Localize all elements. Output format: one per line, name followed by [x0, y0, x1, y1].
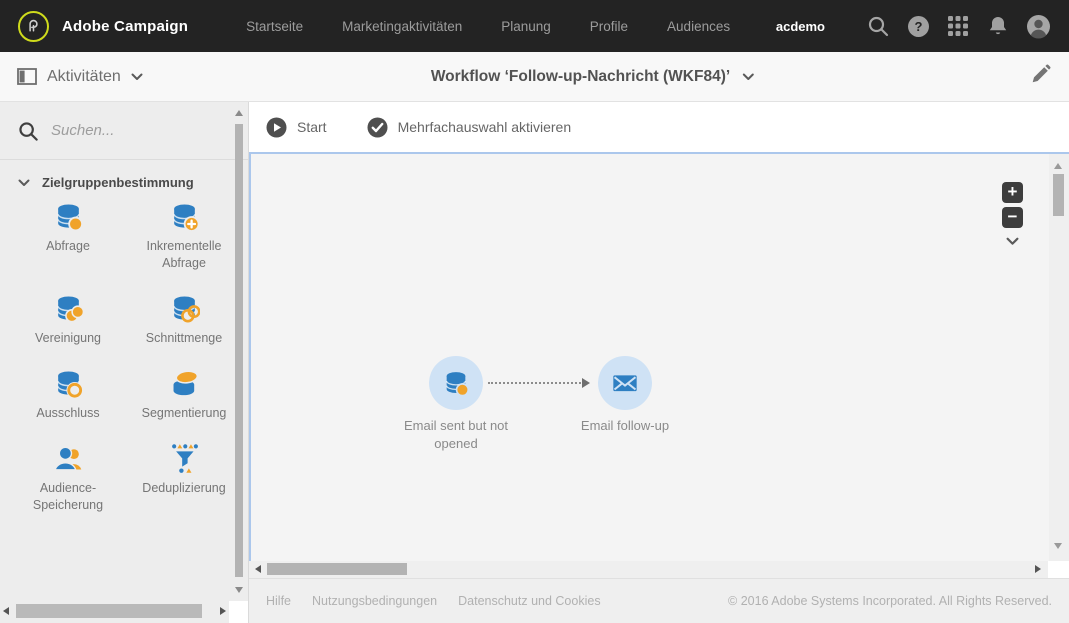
scroll-up-arrow[interactable]: [1054, 163, 1062, 169]
section-zielgruppenbestimmung[interactable]: Zielgruppenbestimmung: [0, 160, 248, 201]
scroll-down-arrow[interactable]: [1054, 543, 1062, 549]
workflow-canvas[interactable]: Email sent but not opened Email follow-u…: [249, 154, 1049, 561]
workflow-node-email[interactable]: Email follow-up: [560, 356, 690, 435]
nav-item-marketingaktivitaeten[interactable]: Marketingaktivitäten: [342, 19, 462, 34]
scroll-up-arrow[interactable]: [235, 110, 243, 116]
exclusion-icon: [53, 368, 83, 399]
scroll-right-arrow[interactable]: [1035, 565, 1041, 573]
play-icon: [266, 117, 287, 137]
query-icon: [442, 369, 470, 397]
scrollbar-thumb[interactable]: [16, 604, 202, 618]
chevron-down-icon[interactable]: [1006, 237, 1019, 246]
start-button[interactable]: Start: [266, 117, 327, 138]
query-icon: [53, 201, 83, 232]
scroll-left-arrow[interactable]: [3, 607, 9, 615]
context-label: Aktivitäten: [47, 67, 121, 85]
activity-ausschluss[interactable]: Ausschluss: [10, 368, 126, 422]
scroll-left-arrow[interactable]: [255, 565, 261, 573]
zoom-in-button[interactable]: +: [1002, 182, 1023, 203]
search-icon: [19, 121, 38, 141]
section-label: Zielgruppenbestimmung: [42, 175, 194, 190]
union-icon: [53, 293, 84, 323]
canvas-vertical-scrollbar[interactable]: [1049, 154, 1069, 561]
bell-icon[interactable]: [985, 13, 1011, 39]
audience-save-icon: [53, 446, 81, 471]
sidebar-search: [0, 102, 248, 160]
multiselect-toggle[interactable]: Mehrfachauswahl aktivieren: [367, 117, 571, 138]
search-icon[interactable]: [865, 13, 891, 39]
check-circle-icon: [367, 117, 388, 137]
zoom-out-button[interactable]: −: [1002, 207, 1023, 228]
scrollbar-thumb[interactable]: [235, 124, 243, 577]
scroll-right-arrow[interactable]: [220, 607, 226, 615]
primary-nav: Startseite Marketingaktivitäten Planung …: [246, 19, 730, 34]
activities-palette-sidebar: Zielgruppenbestimmung Abfrage Inkremente…: [0, 102, 249, 623]
scrollbar-corner: [1048, 561, 1069, 578]
copyright-text: © 2016 Adobe Systems Incorporated. All R…: [728, 594, 1052, 608]
footer: Hilfe Nutzungsbedingungen Datenschutz un…: [249, 578, 1069, 623]
workflow-header-bar: Aktivitäten Workflow ‘Follow-up-Nachrich…: [0, 52, 1069, 102]
help-icon[interactable]: ?: [905, 13, 931, 39]
app-grid-icon[interactable]: [945, 13, 971, 39]
activity-grid: Abfrage Inkrementelle Abfrage Vereinigun: [0, 201, 248, 514]
sidebar-horizontal-scrollbar[interactable]: [3, 604, 226, 618]
user-avatar[interactable]: [1025, 13, 1051, 39]
logged-in-username[interactable]: acdemo: [776, 19, 825, 34]
node-circle: [598, 356, 652, 410]
activity-audience-speicherung[interactable]: Audience-Speicherung: [10, 443, 126, 514]
activities-context-picker[interactable]: Aktivitäten: [0, 68, 143, 86]
canvas-horizontal-scrollbar[interactable]: [249, 561, 1069, 578]
segmentation-icon: [173, 370, 198, 396]
node-circle: [429, 356, 483, 410]
node-label: Email follow-up: [580, 418, 670, 433]
app-title: Adobe Campaign: [62, 17, 189, 35]
workflow-title-dropdown[interactable]: Workflow ‘Follow-up-Nachricht (WKF84)’: [431, 68, 754, 86]
activities-panel-icon: [17, 68, 37, 85]
nav-item-planung[interactable]: Planung: [501, 19, 551, 34]
adobe-campaign-logo-icon[interactable]: [18, 10, 49, 42]
footer-link-nutzungsbedingungen[interactable]: Nutzungsbedingungen: [312, 594, 437, 608]
workflow-toolbar: Start Mehrfachauswahl aktivieren: [249, 102, 1069, 152]
sidebar-vertical-scrollbar[interactable]: [234, 110, 244, 593]
incremental-query-icon: [169, 201, 199, 232]
search-input[interactable]: [51, 122, 191, 139]
scrollbar-thumb[interactable]: [267, 563, 407, 575]
activity-schnittmenge[interactable]: Schnittmenge: [126, 293, 242, 347]
intersection-icon: [169, 293, 200, 323]
footer-link-hilfe[interactable]: Hilfe: [266, 594, 291, 608]
top-navigation-bar: Adobe Campaign Startseite Marketingaktiv…: [0, 0, 1069, 52]
activity-deduplizierung[interactable]: Deduplizierung: [126, 443, 242, 514]
workflow-node-query[interactable]: Email sent but not opened: [391, 356, 521, 453]
activity-abfrage[interactable]: Abfrage: [10, 201, 126, 272]
activity-inkrementelle-abfrage[interactable]: Inkrementelle Abfrage: [126, 201, 242, 272]
chevron-down-icon: [131, 73, 143, 81]
footer-link-datenschutz[interactable]: Datenschutz und Cookies: [458, 594, 600, 608]
deduplication-icon: [171, 444, 198, 473]
nav-item-audiences[interactable]: Audiences: [667, 19, 730, 34]
page-title: Workflow ‘Follow-up-Nachricht (WKF84)’: [430, 67, 731, 85]
scrollbar-thumb[interactable]: [1053, 174, 1064, 216]
chevron-down-icon: [18, 179, 30, 187]
scrollbar-corner: [229, 601, 248, 623]
activity-vereinigung[interactable]: Vereinigung: [10, 293, 126, 347]
svg-text:?: ?: [914, 19, 922, 34]
activity-segmentierung[interactable]: Segmentierung: [126, 368, 242, 422]
chevron-down-icon: [742, 73, 754, 81]
edit-pencil-icon[interactable]: [1029, 64, 1051, 91]
zoom-controls: + −: [1002, 182, 1023, 246]
email-icon: [613, 375, 637, 392]
scroll-down-arrow[interactable]: [235, 587, 243, 593]
nav-item-startseite[interactable]: Startseite: [246, 19, 303, 34]
nav-item-profile[interactable]: Profile: [590, 19, 628, 34]
workflow-editor: Start Mehrfachauswahl aktivieren Email s…: [249, 102, 1069, 623]
node-label: Email sent but not opened: [403, 418, 509, 451]
